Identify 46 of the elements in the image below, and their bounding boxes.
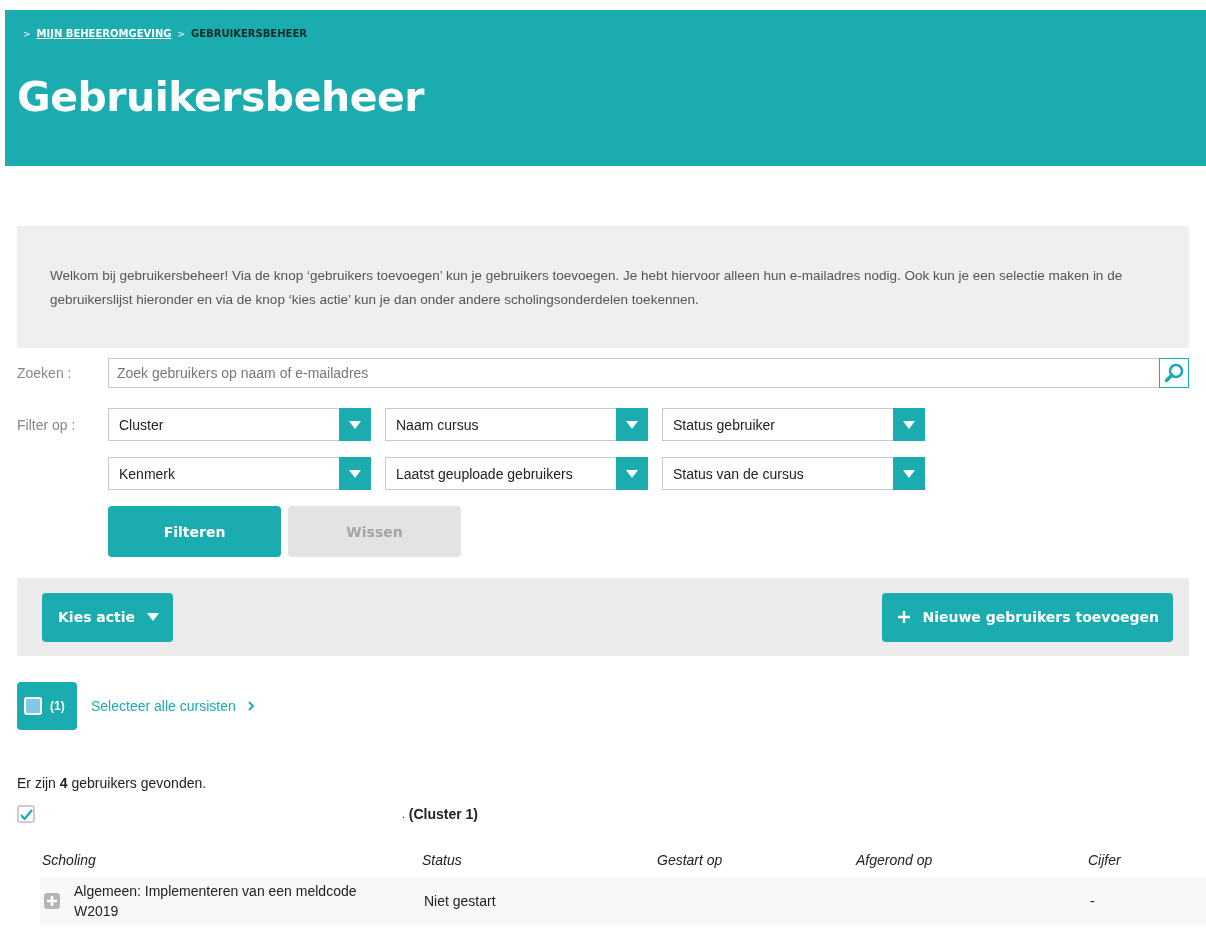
search-field[interactable]: Zoek gebruikers op naam of e-mailadres: [108, 358, 1159, 388]
caret-icon: [147, 613, 160, 621]
expand-button[interactable]: [44, 893, 60, 909]
caret-icon: [349, 469, 361, 478]
search-icon: [1164, 363, 1184, 383]
filter-label: Filter op :: [17, 417, 77, 433]
page-title: Gebruikersbeheer: [17, 73, 426, 121]
filter-dropdown[interactable]: Laatst geuploade gebruikers: [385, 457, 648, 490]
check-icon: [19, 808, 33, 820]
caret-icon: [626, 469, 638, 478]
table-cell-text: Niet gestart: [423, 892, 497, 911]
filter-dropdown[interactable]: Kenmerk: [108, 457, 371, 490]
intro-text: Welkom bij gebruikersbeheer! Via de knop ‘gebruikers toevoegen’ kun je gebruikers toevoegen. Je hebt hiervoor alleen hun e-mailadres nodig. Ook kun je een selectie maken in de gebruikerslijst hieronder en via de knop ‘kies actie’ kun je dan onder andere scholingsonderdelen toekennen.: [17, 226, 1189, 348]
choose-action-button[interactable]: Kies actie: [42, 592, 174, 642]
selection-counter[interactable]: (1): [17, 682, 77, 730]
column-header: Gestart op: [656, 852, 724, 868]
column-header: Status: [421, 852, 463, 868]
column-header: Afgerond op: [854, 852, 934, 868]
column-header: Scholing: [41, 852, 97, 868]
add-users-button[interactable]: Nieuwe gebruikers toevoegen: [882, 592, 1173, 642]
search-button[interactable]: [1159, 358, 1189, 388]
checkbox[interactable]: [17, 805, 35, 823]
breadcrumb-separator: >: [177, 28, 186, 39]
filter-dropdown[interactable]: Status van de cursus: [662, 457, 925, 490]
breadcrumb-separator: >: [23, 28, 31, 39]
column-header: Cijfer: [1087, 852, 1122, 868]
table-cell-text: -: [1089, 892, 1096, 911]
breadcrumb-current[interactable]: GEBRUIKERSBEHEER: [191, 28, 307, 39]
search-label: Zoeken :: [17, 365, 73, 381]
filter-button[interactable]: Filteren: [108, 506, 281, 557]
caret-icon: [903, 469, 915, 478]
filter-dropdown[interactable]: Cluster: [108, 408, 371, 441]
breadcrumb-link[interactable]: MIJN BEHEEROMGEVING: [36, 28, 172, 39]
caret-icon: [903, 420, 915, 429]
table-cell-text: Algemeen: Implementeren van een meldcode W2019: [73, 882, 358, 921]
caret-icon: [349, 420, 361, 429]
user-name: .: [402, 808, 405, 820]
cluster-label: (Cluster 1): [408, 806, 478, 822]
filter-dropdown[interactable]: Status gebruiker: [662, 408, 925, 441]
caret-icon: [626, 420, 638, 429]
selection-count: (1): [50, 699, 65, 713]
plus-icon: [898, 611, 911, 623]
filter-dropdown[interactable]: Naam cursus: [385, 408, 648, 441]
select-all-link[interactable]: Selecteer alle cursisten: [91, 698, 255, 714]
chevron-right-icon: [247, 701, 255, 711]
results-count: Er zijn 4 gebruikers gevonden.: [17, 775, 208, 791]
